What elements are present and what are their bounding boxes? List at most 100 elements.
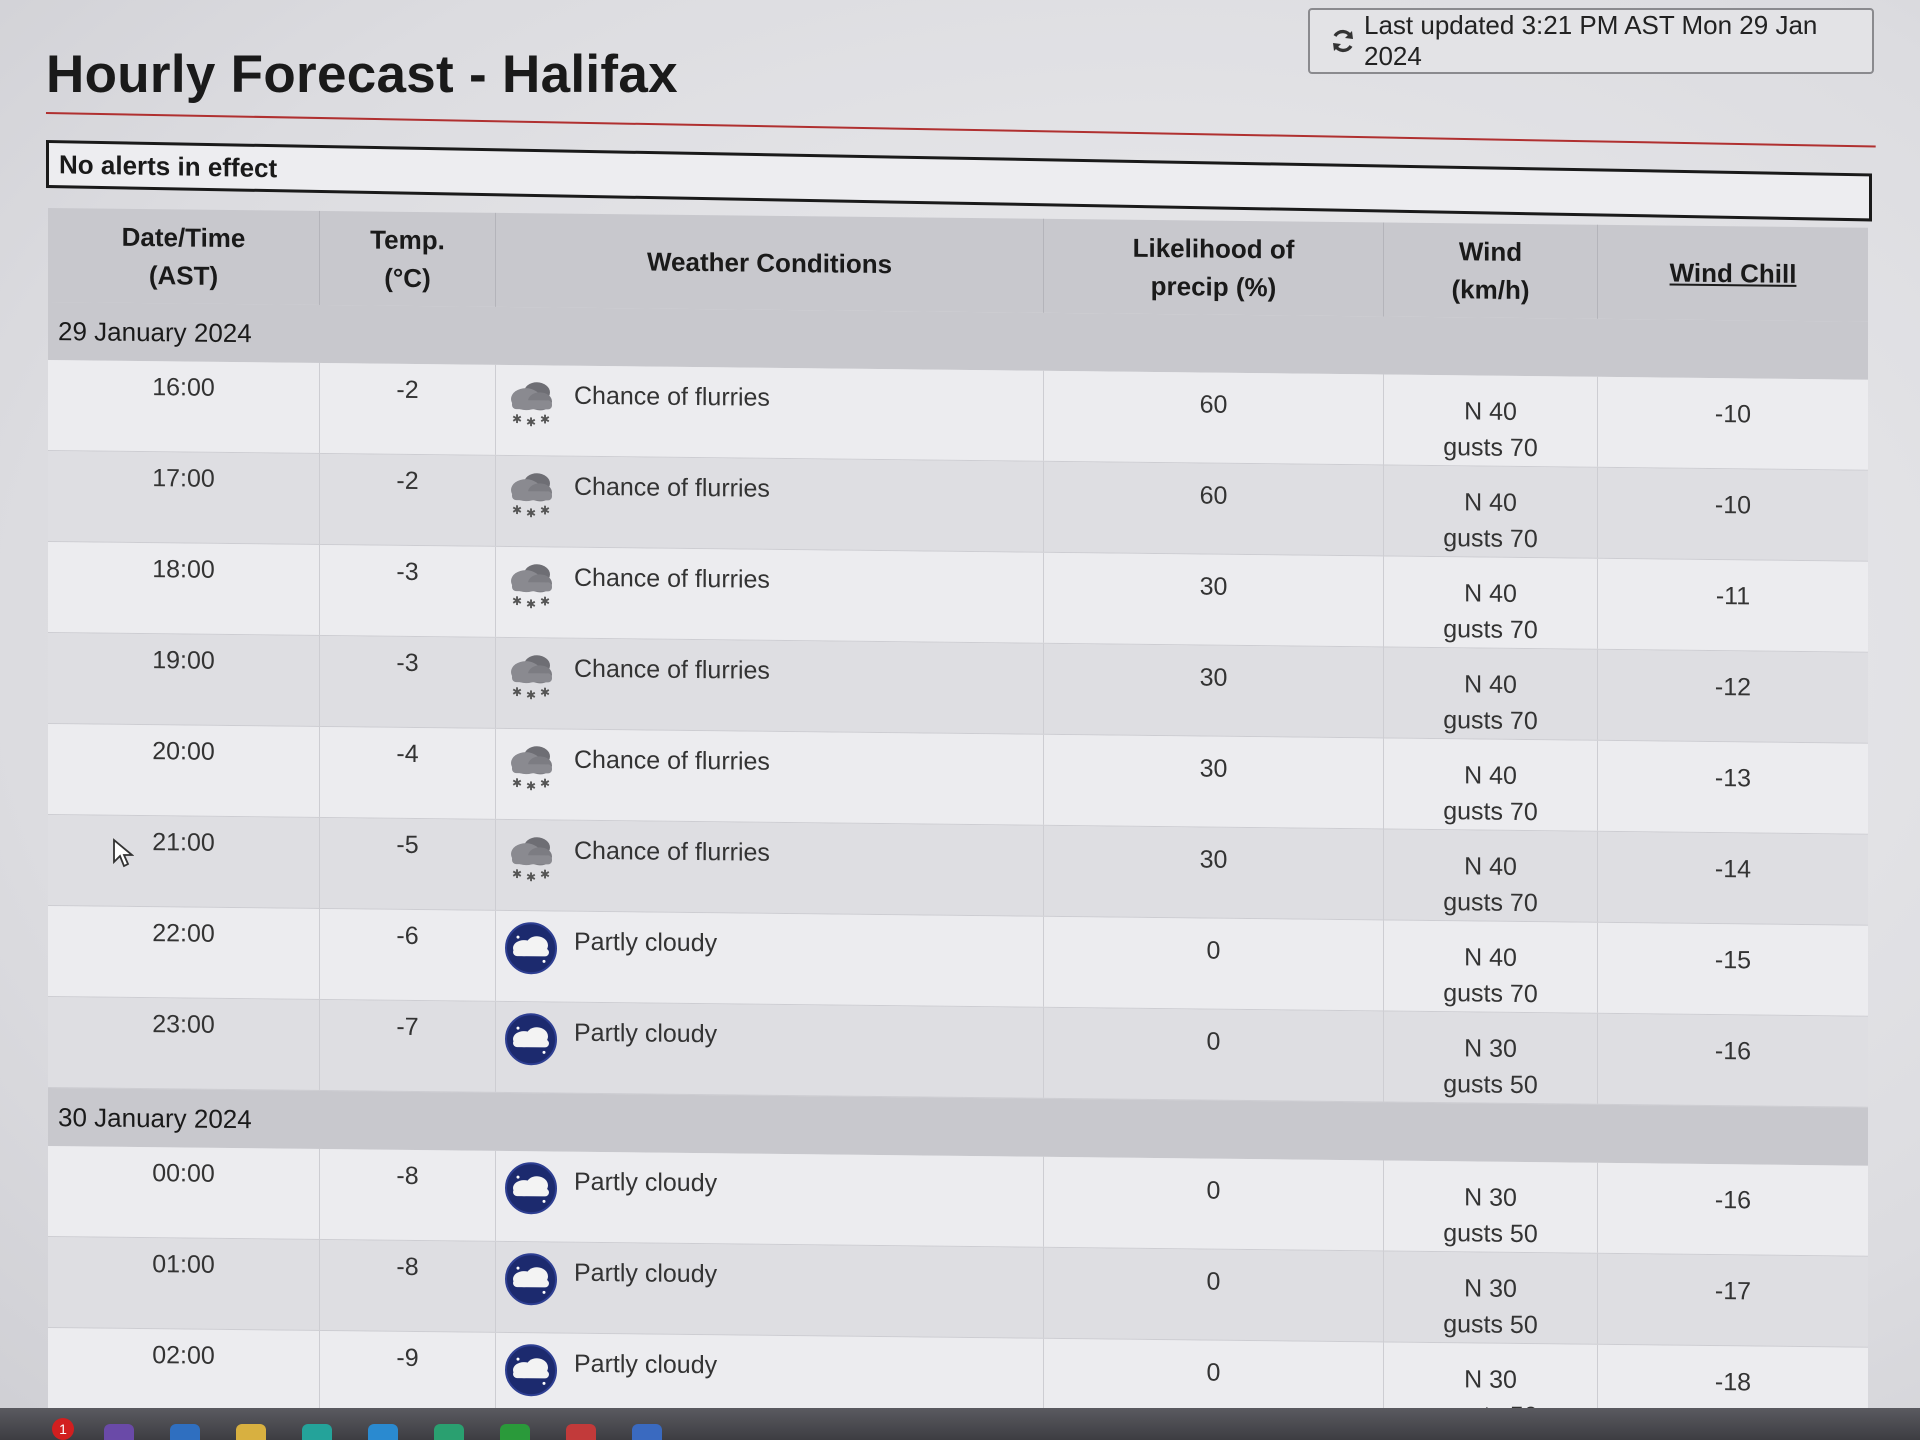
header-datetime: Date/Time (AST) (48, 208, 320, 305)
conditions-text: Chance of flurries (574, 472, 770, 503)
time-cell: 23:00 (48, 997, 320, 1090)
app-icon[interactable] (632, 1424, 662, 1440)
conditions-cell: Partly cloudy (496, 1150, 1044, 1247)
conditions-cell: Partly cloudy (496, 1001, 1044, 1098)
precip-cell: 0 (1044, 1156, 1384, 1251)
wind-gusts: gusts 70 (1443, 797, 1538, 827)
windchill-cell: -10 (1714, 400, 1752, 429)
svg-text:✱: ✱ (526, 506, 536, 520)
notification-badge[interactable]: 1 (52, 1418, 74, 1440)
app-icon[interactable] (566, 1424, 596, 1440)
svg-text:✱: ✱ (526, 597, 536, 611)
wind-cell: N 30 gusts 50 (1384, 1011, 1598, 1104)
conditions-text: Chance of flurries (574, 563, 770, 594)
conditions-text: Chance of flurries (574, 654, 770, 685)
partly-cloudy-night-icon (504, 1252, 558, 1307)
windchill-cell: -10 (1714, 491, 1752, 520)
precip-cell: 60 (1044, 461, 1384, 556)
temp-cell: -7 (320, 999, 496, 1092)
conditions-cell: ✱ ✱ ✱ Chance of flurries (496, 728, 1044, 825)
header-temp: Temp. (°C) (320, 210, 496, 307)
header-conditions: Weather Conditions (496, 212, 1044, 313)
app-icon[interactable] (368, 1424, 398, 1440)
wind-speed: N 40 (1464, 852, 1517, 881)
time-cell: 21:00 (48, 815, 320, 908)
time-cell: 00:00 (48, 1146, 320, 1239)
wind-gusts: gusts 70 (1443, 433, 1538, 463)
conditions-cell: Partly cloudy (496, 1241, 1044, 1338)
taskbar (0, 1408, 1920, 1440)
mouse-cursor-icon (113, 838, 134, 868)
svg-text:✱: ✱ (540, 412, 550, 426)
precip-cell: 0 (1044, 1247, 1384, 1342)
conditions-text: Chance of flurries (574, 836, 770, 867)
svg-text:✱: ✱ (540, 594, 550, 608)
temp-cell: -5 (320, 817, 496, 910)
temp-cell: -6 (320, 908, 496, 1001)
app-icon[interactable] (104, 1424, 134, 1440)
header-windchill-link[interactable]: Wind Chill (1598, 225, 1868, 322)
svg-text:✱: ✱ (512, 685, 522, 699)
flurries-icon: ✱ ✱ ✱ (504, 466, 558, 521)
conditions-text: Partly cloudy (574, 1258, 718, 1289)
app-icon[interactable] (170, 1424, 200, 1440)
wind-gusts: gusts 50 (1443, 1219, 1538, 1249)
refresh-icon[interactable] (1330, 28, 1356, 54)
wind-gusts: gusts 70 (1443, 524, 1538, 554)
windchill-cell: -12 (1714, 673, 1752, 702)
wind-cell: N 40 gusts 70 (1384, 920, 1598, 1013)
wind-speed: N 40 (1464, 488, 1517, 517)
precip-cell: 60 (1044, 370, 1384, 465)
last-updated-button[interactable]: Last updated 3:21 PM AST Mon 29 Jan 2024 (1308, 8, 1874, 74)
svg-text:✱: ✱ (526, 779, 536, 793)
screen: Hourly Forecast - Halifax Last updated 3… (0, 0, 1920, 1440)
svg-text:✱: ✱ (540, 776, 550, 790)
svg-text:✱: ✱ (540, 867, 550, 881)
windchill-cell: -16 (1714, 1186, 1752, 1215)
windchill-cell: -14 (1714, 855, 1752, 884)
conditions-cell: ✱ ✱ ✱ Chance of flurries (496, 364, 1044, 461)
wind-gusts: gusts 70 (1443, 888, 1538, 918)
flurries-icon: ✱ ✱ ✱ (504, 739, 558, 794)
precip-cell: 30 (1044, 825, 1384, 920)
wind-speed: N 40 (1464, 943, 1517, 972)
wind-gusts: gusts 50 (1443, 1310, 1538, 1340)
wind-cell: N 30 gusts 50 (1384, 1251, 1598, 1344)
time-cell: 17:00 (48, 451, 320, 544)
svg-text:✱: ✱ (526, 415, 536, 429)
wind-cell: N 40 gusts 70 (1384, 556, 1598, 649)
conditions-cell: ✱ ✱ ✱ Chance of flurries (496, 455, 1044, 552)
conditions-cell: ✱ ✱ ✱ Chance of flurries (496, 546, 1044, 643)
folder-icon[interactable] (236, 1424, 266, 1440)
conditions-text: Partly cloudy (574, 1018, 718, 1049)
wind-cell: N 40 gusts 70 (1384, 465, 1598, 558)
time-cell: 18:00 (48, 542, 320, 635)
precip-cell: 30 (1044, 734, 1384, 829)
time-cell: 16:00 (48, 360, 320, 453)
precip-cell: 0 (1044, 916, 1384, 1011)
app-icon[interactable] (302, 1424, 332, 1440)
time-cell: 19:00 (48, 633, 320, 726)
svg-text:✱: ✱ (512, 503, 522, 517)
temp-cell: -2 (320, 453, 496, 546)
header-precip: Likelihood of precip (%) (1044, 218, 1384, 317)
partly-cloudy-night-icon (504, 1343, 558, 1398)
windchill-cell: -17 (1714, 1277, 1752, 1306)
svg-text:✱: ✱ (540, 503, 550, 517)
temp-cell: -2 (320, 362, 496, 455)
wind-speed: N 30 (1464, 1274, 1517, 1303)
flurries-icon: ✱ ✱ ✱ (504, 648, 558, 703)
app-icon[interactable] (500, 1424, 530, 1440)
wind-cell: N 40 gusts 70 (1384, 738, 1598, 831)
precip-cell: 30 (1044, 552, 1384, 647)
wind-speed: N 40 (1464, 397, 1517, 426)
partly-cloudy-night-icon (504, 1012, 558, 1067)
flurries-icon: ✱ ✱ ✱ (504, 830, 558, 885)
precip-cell: 0 (1044, 1007, 1384, 1102)
temp-cell: -3 (320, 544, 496, 637)
svg-text:✱: ✱ (512, 776, 522, 790)
svg-text:✱: ✱ (512, 867, 522, 881)
app-icon[interactable] (434, 1424, 464, 1440)
svg-text:✱: ✱ (540, 685, 550, 699)
wind-speed: N 40 (1464, 761, 1517, 790)
